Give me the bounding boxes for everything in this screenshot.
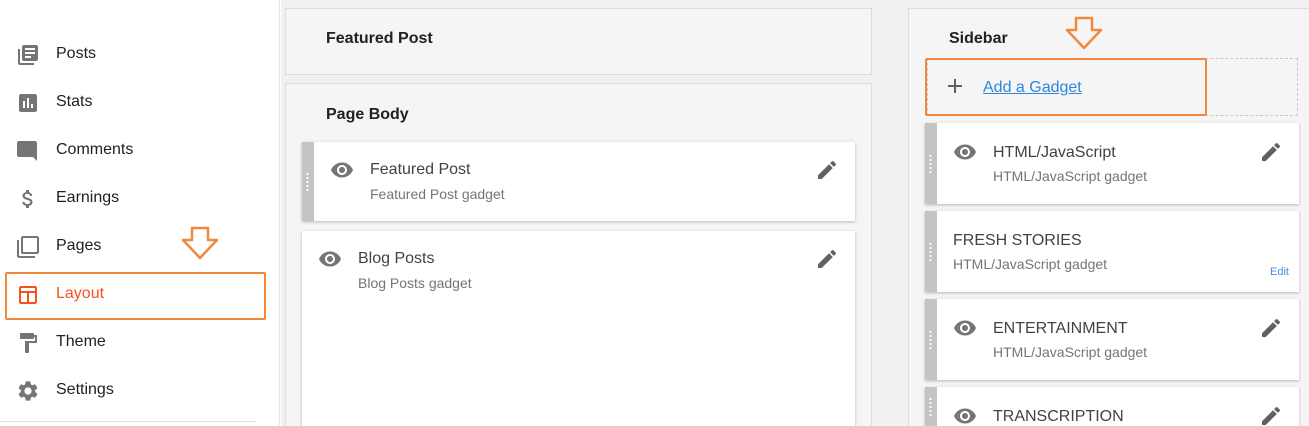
eye-icon[interactable] (318, 247, 342, 271)
add-gadget-link[interactable]: Add a Gadget (983, 79, 1082, 97)
paint-roller-icon (20, 333, 37, 353)
gadget-subtitle: HTML/JavaScript gadget (993, 168, 1148, 184)
pencil-icon[interactable] (1259, 316, 1283, 340)
drag-handle[interactable] (925, 123, 937, 204)
gadget-title: TRANSCRIPTION (993, 408, 1124, 425)
pencil-icon[interactable] (815, 247, 839, 271)
pencil-icon[interactable] (1259, 404, 1283, 426)
pencil-icon[interactable] (815, 158, 839, 182)
gadget-subtitle: Featured Post gadget (370, 186, 505, 202)
gadget-title: HTML/JavaScript (993, 144, 1116, 161)
gadget-title: FRESH STORIES (953, 232, 1082, 249)
nav-item-earnings[interactable]: Earnings (0, 175, 280, 223)
drag-handle[interactable] (302, 142, 314, 221)
nav-item-pages[interactable]: Pages (0, 223, 280, 271)
posts-icon (18, 45, 38, 65)
down-arrow-icon (181, 226, 219, 260)
nav-label: Layout (56, 285, 105, 302)
gadget-fresh-stories[interactable]: FRESH STORIES HTML/JavaScript gadget Edi… (925, 211, 1299, 292)
plus-icon[interactable] (946, 77, 964, 95)
add-gadget-slot[interactable]: Add a Gadget (927, 58, 1298, 116)
pencil-icon[interactable] (1259, 140, 1283, 164)
drag-handle[interactable] (925, 387, 937, 426)
nav-label: Comments (56, 141, 134, 158)
layout-icon (19, 286, 37, 304)
page-body-section: Page Body Featured Post Featured Post ga… (285, 83, 872, 426)
gadget-title: Blog Posts (358, 250, 435, 267)
nav-label: Stats (56, 93, 93, 110)
section-title: Sidebar (949, 30, 1008, 47)
eye-icon[interactable] (953, 404, 977, 426)
down-arrow-icon (1065, 16, 1103, 50)
nav-label: Posts (56, 45, 97, 62)
gadget-title: Featured Post (370, 161, 471, 178)
gadget-title: ENTERTAINMENT (993, 320, 1128, 337)
section-title: Page Body (326, 106, 409, 123)
nav-item-stats[interactable]: Stats (0, 79, 280, 127)
gadget-blog-posts[interactable]: Blog Posts Blog Posts gadget (302, 231, 855, 426)
section-title: Featured Post (326, 30, 433, 47)
comments-icon (17, 141, 37, 161)
nav-item-layout[interactable]: Layout (0, 271, 280, 319)
nav-label: Earnings (56, 189, 120, 206)
eye-icon[interactable] (330, 158, 354, 182)
nav-divider (0, 421, 256, 422)
drag-handle[interactable] (925, 299, 937, 380)
nav-label: Settings (56, 381, 114, 398)
nav-item-comments[interactable]: Comments (0, 127, 280, 175)
gadget-featured-post[interactable]: Featured Post Featured Post gadget (302, 142, 855, 221)
nav-label: Theme (56, 333, 106, 350)
edit-link[interactable]: Edit (1270, 266, 1289, 278)
stats-icon (19, 94, 37, 112)
left-nav: Posts Stats Comments Earnings Pages Layo… (0, 0, 280, 426)
gadget-entertainment[interactable]: ENTERTAINMENT HTML/JavaScript gadget (925, 299, 1299, 380)
gear-icon (18, 381, 38, 401)
gadget-transcription[interactable]: TRANSCRIPTION (925, 387, 1299, 426)
featured-post-section: Featured Post (285, 8, 872, 75)
gadget-html-javascript[interactable]: HTML/JavaScript HTML/JavaScript gadget (925, 123, 1299, 204)
eye-icon[interactable] (953, 140, 977, 164)
layout-editor: Featured Post Page Body Featured Post Fe… (281, 0, 1309, 426)
gadget-subtitle: HTML/JavaScript gadget (993, 344, 1148, 360)
gadget-subtitle: Blog Posts gadget (358, 275, 472, 291)
dollar-icon (22, 190, 33, 208)
nav-item-theme[interactable]: Theme (0, 319, 280, 367)
pages-icon (17, 236, 39, 258)
nav-label: Pages (56, 237, 102, 254)
nav-item-posts[interactable]: Posts (0, 31, 280, 79)
eye-icon[interactable] (953, 316, 977, 340)
gadget-subtitle: HTML/JavaScript gadget (953, 256, 1108, 272)
nav-item-settings[interactable]: Settings (0, 367, 280, 415)
drag-handle[interactable] (925, 211, 937, 292)
